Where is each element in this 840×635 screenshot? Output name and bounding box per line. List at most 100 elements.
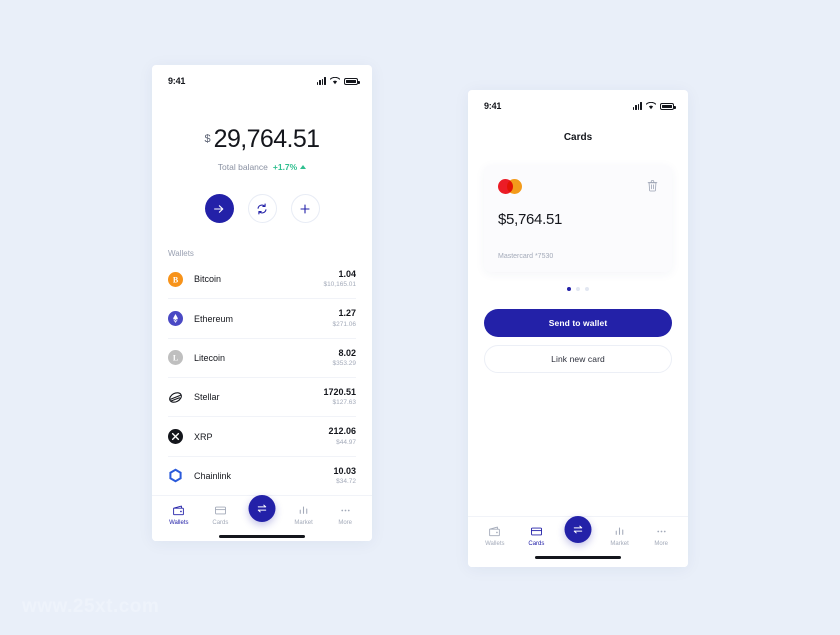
- wallet-amount: 1.04: [338, 269, 356, 279]
- wallet-name: Stellar: [194, 392, 220, 403]
- signal-bars-icon: [632, 102, 642, 110]
- total-balance-label: Total balance: [217, 162, 268, 172]
- wallet-fiat: $44.97: [336, 438, 356, 446]
- wallet-name: Litecoin: [194, 352, 226, 363]
- wallet-amount: 1.27: [338, 308, 356, 319]
- svg-text:B: B: [173, 275, 179, 284]
- battery-icon: [344, 77, 360, 85]
- wallet-values: 212.06 $44.97: [328, 426, 356, 446]
- wallet-row[interactable]: Stellar 1720.51 $127.63: [168, 378, 357, 418]
- wallet-name: Ethereum: [194, 313, 234, 324]
- wifi-icon: [646, 102, 656, 110]
- card-icon: [530, 527, 542, 536]
- tab-more[interactable]: More: [643, 525, 679, 547]
- balance-subtitle: Total balance +1.7%: [152, 162, 372, 172]
- tab-label: Market: [294, 520, 313, 527]
- credit-card[interactable]: $5,764.51 Mastercard *7530: [484, 165, 672, 272]
- balance-block: $ 29,764.51 Total balance +1.7%: [152, 91, 372, 223]
- tab-wallets[interactable]: Wallets: [477, 525, 513, 547]
- ethereum-icon: [168, 311, 183, 327]
- tab-market[interactable]: Market: [286, 504, 322, 526]
- battery-icon: [660, 102, 676, 110]
- bottom-tab-bar: Wallets Cards Market More: [468, 516, 688, 554]
- wallet-row[interactable]: L Litecoin 8.02 $353.29: [168, 339, 357, 379]
- chart-bars-icon: [615, 527, 624, 535]
- tab-cards[interactable]: Cards: [518, 525, 554, 547]
- svg-text:L: L: [173, 354, 178, 363]
- wallet-fiat: $353.29: [332, 359, 357, 367]
- tab-market[interactable]: Market: [602, 525, 638, 547]
- bitcoin-icon: B: [168, 271, 183, 287]
- wallet-fiat: $127.63: [332, 399, 357, 407]
- ellipsis-icon: [341, 509, 350, 512]
- trash-icon[interactable]: [647, 179, 658, 197]
- tab-label: Cards: [212, 520, 229, 527]
- caret-up-icon: [300, 165, 307, 169]
- send-button[interactable]: [204, 194, 234, 223]
- tab-label: Cards: [528, 541, 545, 547]
- phone-cards-screen: 9:41 Cards $5,764.51 Mastercard *7530 Se…: [468, 90, 688, 567]
- bottom-tab-bar: Wallets Cards Market More: [152, 495, 372, 533]
- wallets-section-label: Wallets: [168, 249, 194, 258]
- wallet-name: Bitcoin: [194, 274, 222, 285]
- page-title: Cards: [563, 132, 593, 143]
- tab-wallets[interactable]: Wallets: [161, 504, 197, 526]
- wifi-icon: [330, 77, 340, 85]
- wallet-fiat: $34.72: [336, 477, 356, 485]
- add-button[interactable]: [290, 194, 320, 223]
- wallet-list: B Bitcoin 1.04 $10,165.01 Ethereum 1.27 …: [152, 260, 372, 495]
- wallet-amount: 8.02: [338, 347, 356, 358]
- balance-value: 29,764.51: [213, 125, 320, 153]
- watermark: www.25xt.com: [22, 596, 160, 617]
- wallet-fiat: $10,165.01: [323, 281, 356, 289]
- wallet-name: Chainlink: [194, 470, 232, 481]
- wallet-amount: 1720.51: [323, 387, 356, 398]
- card-carousel: $5,764.51 Mastercard *7530: [468, 143, 688, 291]
- ellipsis-icon: [657, 530, 666, 533]
- refresh-icon: [257, 203, 267, 214]
- card-label: Mastercard *7530: [498, 253, 554, 260]
- total-balance: $ 29,764.51: [152, 127, 372, 152]
- wallet-row[interactable]: XRP 212.06 $44.97: [168, 417, 356, 457]
- card-actions: Send to wallet Link new card: [468, 291, 688, 373]
- arrow-right-icon: [214, 204, 224, 213]
- home-indicator: [468, 554, 688, 567]
- wallet-amount: 10.03: [333, 465, 356, 476]
- phone-wallets-screen: 9:41 $ 29,764.51 Total balance +1.7% Wal…: [152, 65, 372, 541]
- litecoin-icon: L: [168, 350, 183, 366]
- status-bar: 9:41: [468, 90, 688, 116]
- tab-label: More: [338, 520, 352, 527]
- wallet-row[interactable]: B Bitcoin 1.04 $10,165.01: [168, 260, 356, 300]
- tab-label: Wallets: [169, 520, 189, 527]
- status-bar: 9:41: [152, 65, 372, 91]
- wallet-name: XRP: [194, 431, 213, 442]
- wallets-screen-body: $ 29,764.51 Total balance +1.7% Wallets …: [152, 91, 372, 541]
- status-time: 9:41: [168, 76, 186, 86]
- status-icons: [632, 102, 676, 110]
- send-to-wallet-button[interactable]: Send to wallet: [484, 309, 672, 337]
- status-time: 9:41: [484, 101, 502, 111]
- wallet-row[interactable]: Chainlink 10.03 $34.72: [168, 457, 356, 495]
- wallet-values: 1.04 $10,165.01: [323, 269, 356, 289]
- plus-icon: [300, 203, 310, 214]
- quick-actions: [152, 194, 372, 223]
- card-icon: [214, 506, 226, 515]
- tab-more[interactable]: More: [327, 504, 363, 526]
- balance-change: +1.7%: [273, 162, 307, 172]
- stellar-icon: [168, 390, 183, 405]
- wallet-icon: [173, 505, 185, 516]
- currency-symbol: $: [204, 133, 211, 145]
- card-balance: $5,764.51: [498, 211, 563, 228]
- cards-screen-body: Cards $5,764.51 Mastercard *7530 Send to…: [468, 116, 688, 567]
- chainlink-icon: [168, 468, 183, 483]
- exchange-button[interactable]: [247, 194, 277, 223]
- home-indicator: [152, 533, 372, 541]
- tab-label: Market: [610, 541, 629, 547]
- swap-arrows-icon: [257, 504, 267, 513]
- wallet-icon: [489, 526, 501, 537]
- link-new-card-button[interactable]: Link new card: [484, 345, 672, 373]
- wallet-row[interactable]: Ethereum 1.27 $271.06: [168, 299, 356, 339]
- status-icons: [316, 77, 360, 85]
- tab-cards[interactable]: Cards: [202, 504, 238, 526]
- wallet-values: 10.03 $34.72: [333, 466, 356, 486]
